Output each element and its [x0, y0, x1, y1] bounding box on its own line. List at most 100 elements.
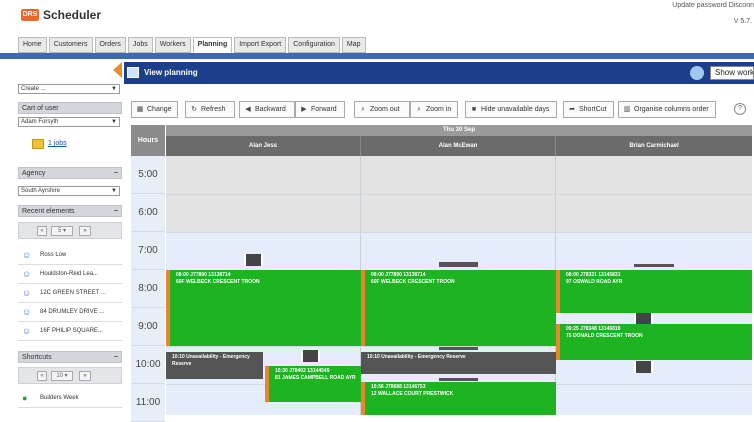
hour-gridline — [166, 194, 752, 195]
fast-forward-icon: ▶ — [301, 106, 307, 113]
agency-header: Agency − — [18, 167, 122, 179]
agency-select[interactable]: South Ayrshire ▼ — [18, 186, 120, 196]
hour-label: 7:00 — [131, 232, 165, 270]
list-item[interactable]: ☺ Houldston-Reid Lea... — [18, 266, 122, 284]
date-header: Thu 30 Sep — [166, 125, 752, 136]
nav-divider — [0, 53, 754, 59]
previous-icon[interactable]: « — [37, 371, 47, 381]
tab-home[interactable]: Home — [18, 37, 47, 53]
travel-gap-marker[interactable] — [301, 350, 320, 362]
zoom-in-button[interactable]: ⌕ Zoom in — [410, 101, 458, 118]
app-title: Scheduler — [43, 8, 102, 22]
tab-map[interactable]: Map — [341, 37, 366, 53]
tab-orders[interactable]: Orders — [94, 37, 126, 53]
drs-logo: DRS — [21, 9, 39, 21]
shortcuts-page-size-select[interactable]: 10 ▾ — [51, 371, 73, 381]
hour-label: 9:00 — [131, 308, 165, 346]
refresh-button[interactable]: ↻ Refresh — [185, 101, 235, 118]
previous-icon[interactable]: « — [37, 226, 47, 236]
sidebar: Create ... ▼ Cart of user Adam Forsyth ▼ 1… — [18, 62, 122, 415]
person-icon: ☺ — [22, 288, 32, 298]
collapse-icon[interactable]: − — [114, 352, 118, 363]
worker-column-header[interactable]: Alan Jess — [166, 136, 361, 156]
list-item[interactable]: ● Builders Week — [18, 390, 122, 408]
shortcut-button[interactable]: ➦ ShortCut — [563, 101, 614, 118]
job-event[interactable]: 10:56 J78688 13146753 12 WALLACE COURT PR… — [361, 382, 556, 415]
hour-label: 6:00 — [131, 194, 165, 232]
travel-gap-marker — [439, 378, 478, 381]
chevron-down-icon: ▼ — [111, 188, 117, 194]
cart-header: Cart of user — [18, 102, 122, 114]
job-event[interactable]: 08:00 J78331 13145831 97 OSWALD ROAD AYR — [556, 270, 752, 313]
zoom-out-button[interactable]: ⌕ Zoom out — [354, 101, 410, 118]
main-nav: Home Customers Orders Jobs Workers Plann… — [18, 37, 368, 53]
job-event[interactable]: 10:30 J78402 13144549 81 JAMES CAMPBELL R… — [265, 366, 361, 402]
rewind-icon: ◀ — [245, 106, 251, 113]
hour-label: 11:00 — [131, 384, 165, 422]
organise-columns-button[interactable]: ▥ Organise columns order — [618, 101, 716, 118]
hours-header: Hours — [131, 125, 165, 156]
list-item[interactable]: ☺ 84 DRUMLEY DRIVE ... — [18, 304, 122, 322]
collapse-icon[interactable]: − — [114, 168, 118, 179]
list-item[interactable]: ☺ 16F PHILIP SQUARE... — [18, 323, 122, 341]
show-workers-button[interactable]: Show worke — [710, 66, 754, 80]
cart-icon — [32, 139, 44, 149]
forward-button[interactable]: ▶ Forward — [295, 101, 345, 118]
help-icon[interactable]: ? — [734, 103, 746, 115]
backward-button[interactable]: ◀ Backward — [239, 101, 295, 118]
travel-gap-marker — [439, 347, 478, 350]
next-icon[interactable]: » — [79, 371, 91, 381]
travel-gap-marker — [634, 264, 674, 267]
collapse-sidebar-icon[interactable] — [113, 62, 122, 78]
shortcuts-pager: « 10 ▾ » — [18, 367, 122, 384]
tab-import-export[interactable]: Import Export — [234, 37, 287, 53]
travel-gap-marker[interactable] — [244, 254, 263, 266]
list-item[interactable]: ☺ Ross Low — [18, 247, 122, 265]
unavailability-event[interactable]: 10:10 Unavailability - Emergency Reserve — [166, 352, 263, 379]
worker-column-header[interactable]: Alan McEwan — [361, 136, 556, 156]
recent-pager: « 5 ▾ » — [18, 222, 122, 239]
chevron-down-icon: ▼ — [111, 86, 117, 92]
collapse-icon[interactable]: − — [114, 206, 118, 217]
next-icon[interactable]: » — [79, 226, 91, 236]
change-button[interactable]: ▦ Change — [131, 101, 178, 118]
recent-elements-header: Recent elements − — [18, 205, 122, 217]
hide-unavailable-days-button[interactable]: ■ Hide unavailable days — [465, 101, 557, 118]
chevron-down-icon: ▼ — [111, 119, 117, 125]
version-label: V 5.7. — [733, 18, 752, 25]
hour-label: 8:00 — [131, 270, 165, 308]
worker-column-header[interactable]: Brian Carmichael — [556, 136, 752, 156]
tab-configuration[interactable]: Configuration — [288, 37, 340, 53]
hour-label: 5:00 — [131, 156, 165, 194]
tab-workers[interactable]: Workers — [154, 37, 191, 53]
account-links[interactable]: Update password Disconn — [672, 2, 754, 9]
job-event[interactable]: 09:25 J78348 13146818 75 DONALD CRESCENT … — [556, 324, 752, 360]
share-arrow-icon: ➦ — [569, 106, 575, 113]
calendar-icon: ▦ — [136, 106, 144, 113]
travel-gap-marker[interactable] — [634, 361, 653, 373]
recent-page-size-select[interactable]: 5 ▾ — [51, 226, 73, 236]
unavailability-event[interactable]: 10:10 Unavailability - Emergency Reserve — [361, 352, 556, 374]
top-bar: DRS Scheduler Update password Disconn V … — [0, 0, 754, 35]
cart-jobs-link[interactable]: 1 jobs — [48, 140, 67, 147]
hour-gridline — [166, 232, 752, 233]
job-event[interactable]: 08:00 J77890 13138714 60F WELBECK CRESCEN… — [166, 270, 361, 346]
person-icon: ☺ — [22, 269, 32, 279]
user-select[interactable]: Adam Forsyth ▼ — [18, 117, 120, 127]
tab-jobs[interactable]: Jobs — [127, 37, 153, 53]
person-icon: ☺ — [22, 326, 32, 336]
person-icon: ☺ — [22, 307, 32, 317]
shortcuts-header: Shortcuts − — [18, 351, 122, 363]
job-event[interactable]: 08:00 J77890 13138714 60F WELBECK CRESCEN… — [361, 270, 556, 346]
create-select[interactable]: Create ... ▼ — [18, 84, 120, 94]
view-planning-bar: View planning Show worke — [124, 62, 754, 84]
tab-customers[interactable]: Customers — [48, 37, 93, 53]
columns-icon: ▥ — [623, 106, 631, 113]
travel-gap-marker — [439, 262, 478, 267]
person-icon: ☺ — [22, 250, 32, 260]
view-title: View planning — [144, 68, 198, 77]
list-item[interactable]: ☺ 12C GREEN STREET ... — [18, 285, 122, 303]
tab-planning[interactable]: Planning — [192, 37, 233, 53]
square-icon: ■ — [471, 106, 477, 113]
zoom-in-icon: ⌕ — [417, 106, 421, 113]
